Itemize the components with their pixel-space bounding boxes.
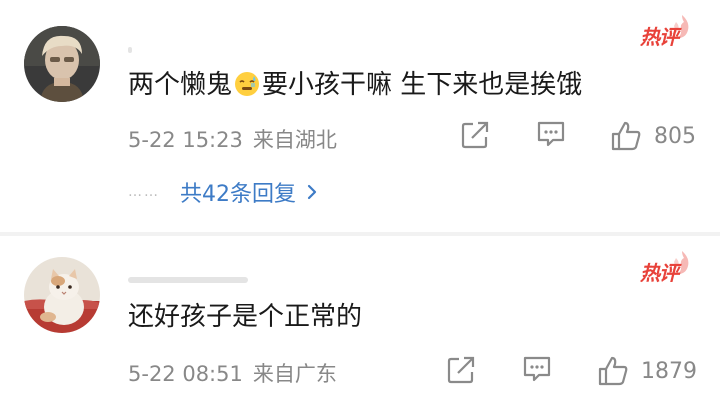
like-count: 1879 — [641, 358, 697, 384]
sweat-face-icon — [234, 71, 260, 104]
chevron-right-icon — [307, 184, 317, 200]
comment-location: 来自湖北 — [252, 128, 337, 152]
comment-text-part: 两个懒鬼 — [128, 70, 233, 100]
share-icon — [461, 121, 489, 149]
thumbs-up-icon — [598, 356, 628, 386]
comment-reply-button[interactable] — [522, 355, 552, 383]
reply-thread-link[interactable]: …… 共42条回复 — [128, 176, 318, 208]
comment-meta: 5-22 08:51 来自广东 — [128, 358, 337, 388]
comment-location: 来自广东 — [252, 362, 337, 386]
comment-date: 5-22 08:51 — [128, 362, 243, 386]
comment-text: 两个懒鬼 要小孩干嘛 生下来也是挨饿 — [128, 64, 582, 104]
thumbs-up-icon — [611, 121, 641, 151]
comment-icon — [523, 356, 551, 382]
username-redacted[interactable] — [128, 38, 268, 53]
comment-date: 5-22 15:23 — [128, 128, 243, 152]
username-redacted[interactable] — [128, 268, 268, 283]
comment-item: 热评 两个懒鬼 要小孩干嘛 生下来也是挨饿 5-22 15:23 来自湖北 80… — [0, 0, 720, 232]
replies-count-label: 共42条回复 — [180, 182, 296, 207]
comment-item: 热评 还好孩子是个正常的 5-22 08:51 来自广东 1879 — [0, 236, 720, 405]
like-button[interactable]: 805 — [610, 120, 696, 152]
comment-text: 还好孩子是个正常的 — [128, 302, 363, 332]
comment-meta: 5-22 15:23 来自湖北 — [128, 124, 337, 154]
comment-text-part: 要小孩干嘛 生下来也是挨饿 — [262, 70, 583, 100]
like-button[interactable]: 1879 — [597, 355, 697, 387]
hot-comment-badge: 热评 — [640, 251, 692, 286]
thread-dots: …… — [128, 184, 160, 200]
share-icon — [447, 356, 475, 384]
comment-icon — [537, 121, 565, 147]
like-count: 805 — [654, 123, 696, 149]
avatar[interactable] — [24, 26, 100, 102]
hot-label: 热评 — [640, 261, 679, 285]
hot-comment-badge: 热评 — [640, 15, 692, 50]
hot-label: 热评 — [640, 25, 679, 49]
share-button[interactable] — [446, 355, 476, 385]
comment-reply-button[interactable] — [536, 120, 566, 148]
avatar[interactable] — [24, 257, 100, 333]
share-button[interactable] — [460, 120, 490, 150]
